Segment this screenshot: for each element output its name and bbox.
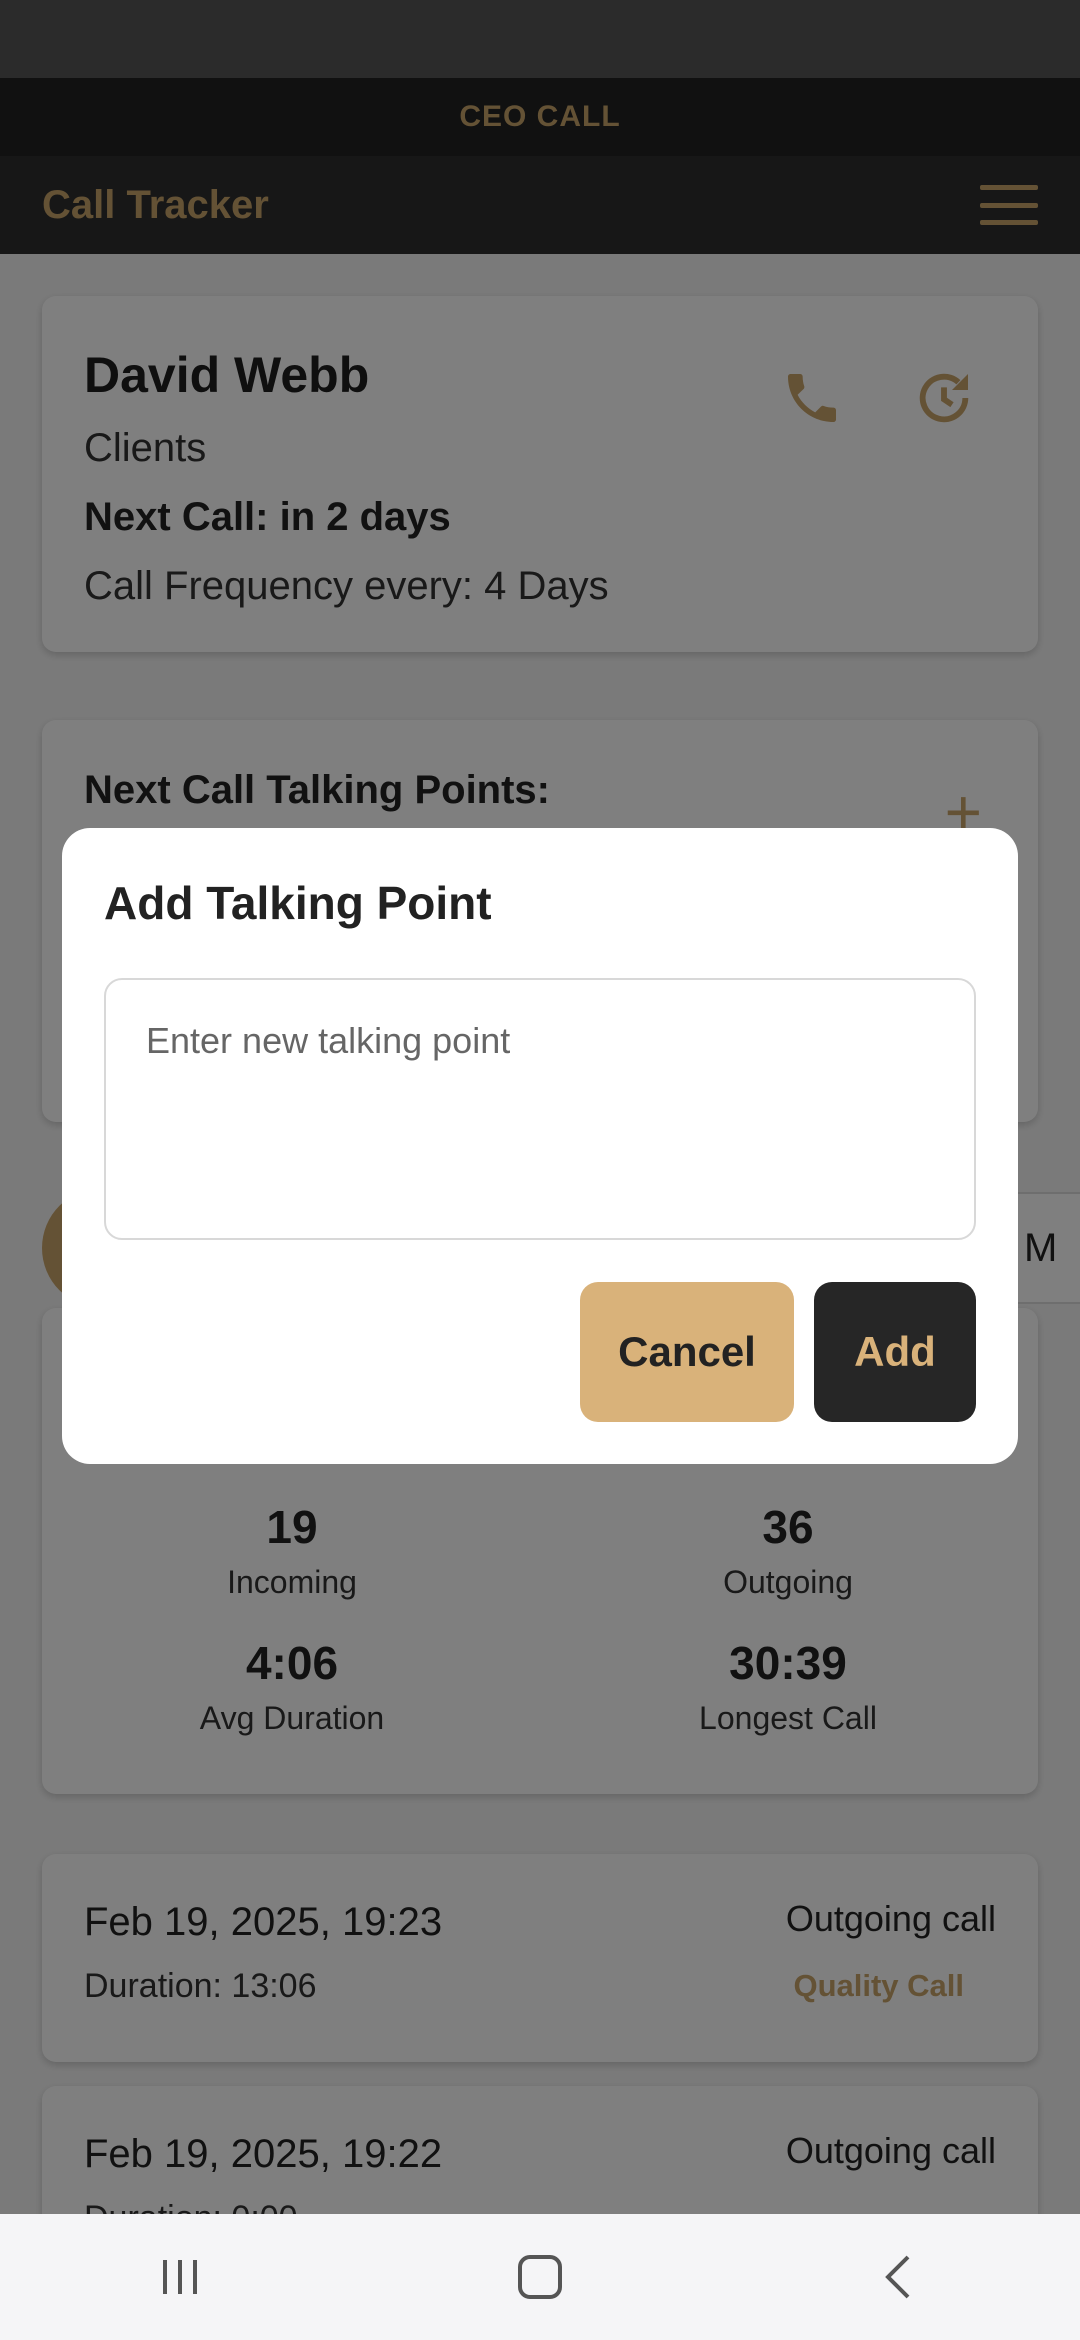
back-icon[interactable] [840, 2227, 960, 2327]
add-talking-point-dialog: Add Talking Point Cancel Add [62, 828, 1018, 1464]
talking-point-input[interactable] [104, 978, 976, 1240]
home-icon[interactable] [480, 2227, 600, 2327]
add-button[interactable]: Add [814, 1282, 976, 1422]
status-bar [0, 0, 1080, 78]
cancel-button[interactable]: Cancel [580, 1282, 794, 1422]
dialog-title: Add Talking Point [104, 877, 492, 929]
recents-icon[interactable] [120, 2227, 240, 2327]
system-nav-bar [0, 2214, 1080, 2340]
